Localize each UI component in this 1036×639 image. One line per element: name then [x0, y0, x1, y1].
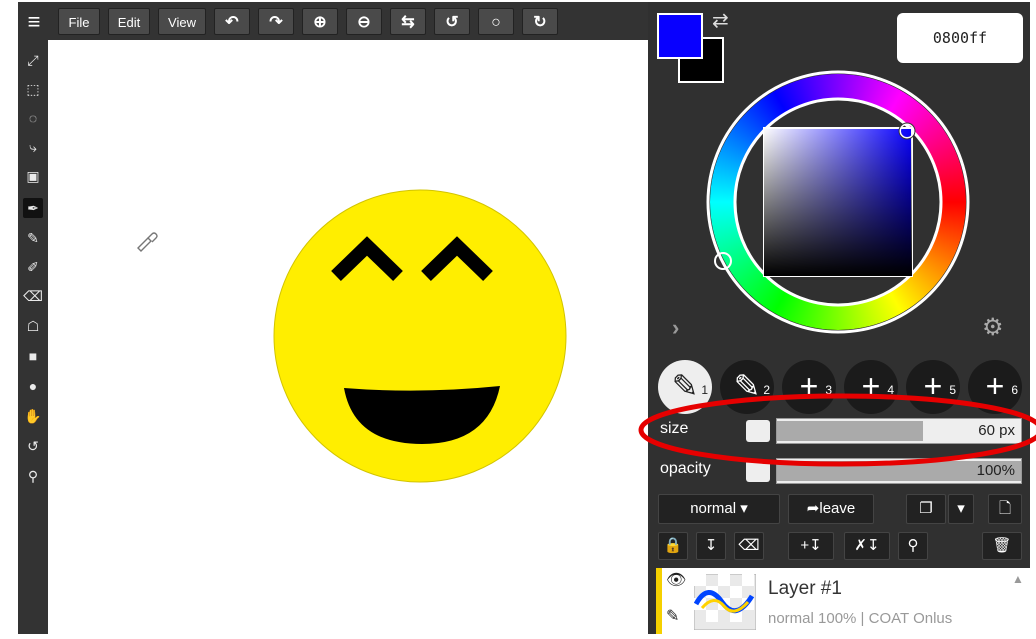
duplicate-dropdown-icon[interactable]: ▾ — [948, 494, 974, 524]
clear-layer-icon[interactable]: ⌫ — [734, 532, 764, 560]
rotate-icon[interactable]: ↺ — [23, 436, 43, 456]
ellipse-select-icon[interactable]: ◌ — [23, 108, 43, 128]
layer-zoom-icon[interactable]: ⚲ — [898, 532, 928, 560]
rotate-left-icon[interactable]: ↺ — [434, 8, 470, 35]
redo-icon[interactable]: ↷ — [258, 8, 294, 35]
leave-icon: ➦ — [806, 500, 820, 517]
file-menu[interactable]: File — [58, 8, 100, 35]
edit-menu[interactable]: Edit — [108, 8, 150, 35]
layer-name: Layer #1 — [768, 578, 842, 599]
layer-thumbnail — [694, 574, 756, 630]
zoom-out-icon[interactable]: ⊖ — [346, 8, 382, 35]
pencil-icon[interactable]: ✎ — [23, 228, 43, 248]
fill-icon[interactable]: ☖ — [23, 316, 43, 336]
reset-icon[interactable]: ○ — [478, 8, 514, 35]
rotate-right-icon[interactable]: ↻ — [522, 8, 558, 35]
merge-down-icon[interactable]: ↧ — [696, 532, 726, 560]
top-toolbar: ≡ File Edit View ↶ ↷ ⊕ ⊖ ⇆ ↺ ○ ↻ — [18, 2, 648, 40]
smiley-face — [273, 189, 567, 483]
delete-layer-icon[interactable]: 🗑 — [982, 532, 1022, 560]
flip-icon[interactable]: ⇆ — [390, 8, 426, 35]
hamburger-menu-icon[interactable]: ≡ — [20, 8, 48, 35]
hand-icon[interactable]: ✋ — [23, 406, 43, 426]
eraser-icon[interactable]: ⌫ — [23, 286, 43, 306]
new-layer-icon[interactable]: 🗋 — [988, 494, 1022, 524]
color-brush-panel: ⇄ 0800ff › ⚙ ✎ 1 ✎ 2 +3 +4 +5 +6 size 60… — [648, 2, 1030, 634]
drawing-canvas[interactable] — [48, 40, 648, 634]
lock-icon[interactable]: 🔒 — [658, 532, 688, 560]
zoom-icon[interactable]: ⚲ — [23, 466, 43, 486]
view-menu[interactable]: View — [158, 8, 206, 35]
lasso-icon[interactable]: ⤷ — [23, 137, 43, 157]
transform-icon[interactable]: ▣ — [23, 166, 43, 186]
eyedropper-icon[interactable]: ✒ — [23, 198, 43, 218]
active-layer-marker — [656, 568, 662, 634]
rectangle-icon[interactable]: ■ — [23, 346, 43, 366]
tools-sidebar: ⤢ ⬚ ◌ ⤷ ▣ ✒ ✎ ✐ ⌫ ☖ ■ ● ✋ ↺ ⚲ — [18, 40, 48, 634]
undo-icon[interactable]: ↶ — [214, 8, 250, 35]
layer-row[interactable]: 👁 ✎ Layer #1 normal 100% | COAT Onlus ▲ — [656, 568, 1030, 634]
brush-icon[interactable]: ✐ — [23, 257, 43, 277]
visibility-eye-icon[interactable]: 👁 — [666, 570, 686, 590]
canvas-artwork — [137, 189, 567, 483]
rect-select-icon[interactable]: ⬚ — [23, 79, 43, 99]
zoom-in-icon[interactable]: ⊕ — [302, 8, 338, 35]
expand-arrow-icon[interactable]: › — [672, 315, 679, 341]
blend-mode-value: normal — [690, 500, 737, 517]
cut-below-icon[interactable]: ✗↧ — [844, 532, 890, 560]
duplicate-layer-icon[interactable]: ❐ — [906, 494, 946, 524]
blend-mode-dropdown[interactable]: normal ▾ — [658, 494, 780, 524]
scroll-up-icon[interactable]: ▲ — [1012, 572, 1024, 586]
add-below-icon[interactable]: +↧ — [788, 532, 834, 560]
color-wheel[interactable] — [648, 2, 1030, 352]
eyedropper-cursor-icon — [137, 232, 158, 252]
caret-down-icon: ▾ — [740, 500, 748, 517]
settings-gear-icon[interactable]: ⚙ — [982, 313, 1004, 342]
layer-edit-pencil-icon: ✎ — [666, 608, 680, 625]
leave-button[interactable]: ➦leave — [788, 494, 874, 524]
ellipse-icon[interactable]: ● — [23, 376, 43, 396]
layer-info: normal 100% | COAT Onlus — [768, 610, 953, 627]
leave-label: leave — [819, 500, 856, 517]
highlight-ellipse — [638, 393, 1036, 467]
move-tool-icon[interactable]: ⤢ — [23, 50, 43, 70]
